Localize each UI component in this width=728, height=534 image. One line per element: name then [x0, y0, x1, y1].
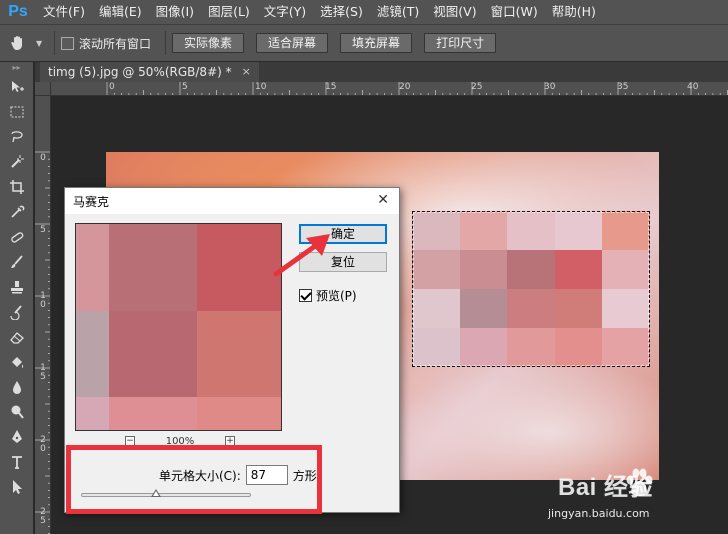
path-selection-tool-icon[interactable]: [0, 474, 34, 499]
dialog-title: 马赛克: [73, 194, 110, 209]
document-tab-bar: timg (5).jpg @ 50%(RGB/8#) * ×: [35, 62, 728, 82]
ruler-label: 20: [399, 82, 411, 92]
menu-select[interactable]: 选择(S): [313, 0, 370, 24]
preview-checkbox[interactable]: 预览(P): [299, 287, 357, 304]
preview-cell: [197, 224, 281, 311]
preview-cell: [109, 311, 197, 397]
paint-bucket-tool-icon[interactable]: [0, 349, 34, 374]
ruler-label: 5: [40, 225, 46, 235]
ruler-origin[interactable]: [35, 82, 51, 96]
blur-tool-icon[interactable]: [0, 374, 34, 399]
ruler-label: 30: [544, 82, 556, 92]
dodge-tool-icon[interactable]: [0, 399, 34, 424]
healing-brush-tool-icon[interactable]: [0, 224, 34, 249]
watermark-url: jingyan.baidu.com: [548, 507, 650, 520]
ruler-label: 5: [182, 82, 188, 92]
preview-cell: [109, 224, 197, 311]
ruler-label: 10: [255, 82, 267, 92]
ruler-label: 1 5: [40, 363, 46, 382]
crop-tool-icon[interactable]: [0, 174, 34, 199]
hand-tool-icon[interactable]: [0, 24, 36, 62]
document-tab-title: timg (5).jpg @ 50%(RGB/8#) *: [48, 65, 232, 79]
highlight-box: [66, 445, 322, 514]
ruler-label: 0: [40, 153, 46, 163]
move-tool-icon[interactable]: [0, 74, 34, 99]
toolbox: ▸▸: [0, 62, 34, 534]
preview-cell: [197, 311, 281, 397]
ruler-label: 2 5: [40, 507, 46, 526]
history-brush-tool-icon[interactable]: [0, 299, 34, 324]
photoshop-logo: Ps: [8, 3, 28, 20]
ruler-label: 2 0: [40, 435, 46, 454]
lasso-tool-icon[interactable]: [0, 124, 34, 149]
scroll-all-windows-checkbox[interactable]: 滚动所有窗口: [61, 35, 151, 52]
marquee-tool-icon[interactable]: [0, 99, 34, 124]
dialog-title-bar[interactable]: 马赛克 ✕: [65, 188, 399, 214]
watermark-logo: Bai 经验: [558, 474, 654, 501]
preview-cell: [76, 397, 109, 430]
checkbox-checked: [299, 289, 312, 302]
ruler-label: 1 0: [40, 291, 46, 310]
preview-cell: [109, 397, 197, 430]
menu-type[interactable]: 文字(Y): [257, 0, 313, 24]
checkbox-box: [61, 36, 74, 50]
eyedropper-tool-icon[interactable]: [0, 199, 34, 224]
ruler-label: 40: [687, 82, 699, 92]
ruler-label: 0: [109, 82, 115, 92]
preview-cell: [76, 224, 109, 311]
pen-tool-icon[interactable]: [0, 424, 34, 449]
print-size-button[interactable]: 打印尺寸: [424, 33, 497, 53]
filter-preview[interactable]: [75, 223, 282, 431]
options-separator: [54, 31, 55, 55]
baidu-jingyan-watermark: Bai 经验 jingyan.baidu.com: [530, 463, 720, 529]
menu-bar: Ps 文件(F) 编辑(E) 图像(I) 图层(L) 文字(Y) 选择(S) 滤…: [0, 0, 728, 24]
document-tab[interactable]: timg (5).jpg @ 50%(RGB/8#) * ×: [40, 62, 259, 82]
toolbox-grip-icon[interactable]: ▸▸: [0, 62, 33, 74]
fill-screen-button[interactable]: 填充屏幕: [340, 33, 413, 53]
brush-tool-icon[interactable]: [0, 249, 34, 274]
horizontal-ruler: 0 5 10 15 20 25 30 35 40: [35, 82, 728, 96]
menu-filter[interactable]: 滤镜(T): [370, 0, 426, 24]
magic-wand-tool-icon[interactable]: [0, 149, 34, 174]
clone-stamp-tool-icon[interactable]: [0, 274, 34, 299]
ruler-label: 35: [617, 82, 629, 92]
close-icon[interactable]: ×: [242, 62, 251, 82]
menu-edit[interactable]: 编辑(E): [92, 0, 149, 24]
tool-preset-caret-icon[interactable]: ▼: [36, 39, 48, 48]
menu-layer[interactable]: 图层(L): [201, 0, 257, 24]
menu-view[interactable]: 视图(V): [426, 0, 483, 24]
vertical-ruler: 0 5 1 0 1 5 2 0 2 5: [35, 96, 51, 534]
type-tool-icon[interactable]: [0, 449, 34, 474]
options-bar: ▼ 滚动所有窗口 实际像素 适合屏幕 填充屏幕 打印尺寸: [0, 24, 728, 62]
preview-cell: [197, 397, 281, 430]
options-separator: [165, 31, 167, 55]
close-icon[interactable]: ✕: [377, 192, 389, 208]
eraser-tool-icon[interactable]: [0, 324, 34, 349]
selection-marquee[interactable]: [412, 211, 650, 367]
preview-label: 预览(P): [316, 289, 357, 303]
annotation-arrow-icon: [273, 234, 330, 277]
menu-file[interactable]: 文件(F): [36, 0, 92, 24]
menu-window[interactable]: 窗口(W): [484, 0, 545, 24]
menu-image[interactable]: 图像(I): [149, 0, 201, 24]
fit-screen-button[interactable]: 适合屏幕: [256, 33, 329, 53]
ruler-label: 15: [325, 82, 337, 92]
scroll-all-windows-label: 滚动所有窗口: [79, 36, 152, 51]
ruler-label: 25: [471, 82, 483, 92]
actual-pixels-button[interactable]: 实际像素: [172, 33, 245, 53]
preview-cell: [76, 311, 109, 397]
menu-help[interactable]: 帮助(H): [545, 0, 603, 24]
